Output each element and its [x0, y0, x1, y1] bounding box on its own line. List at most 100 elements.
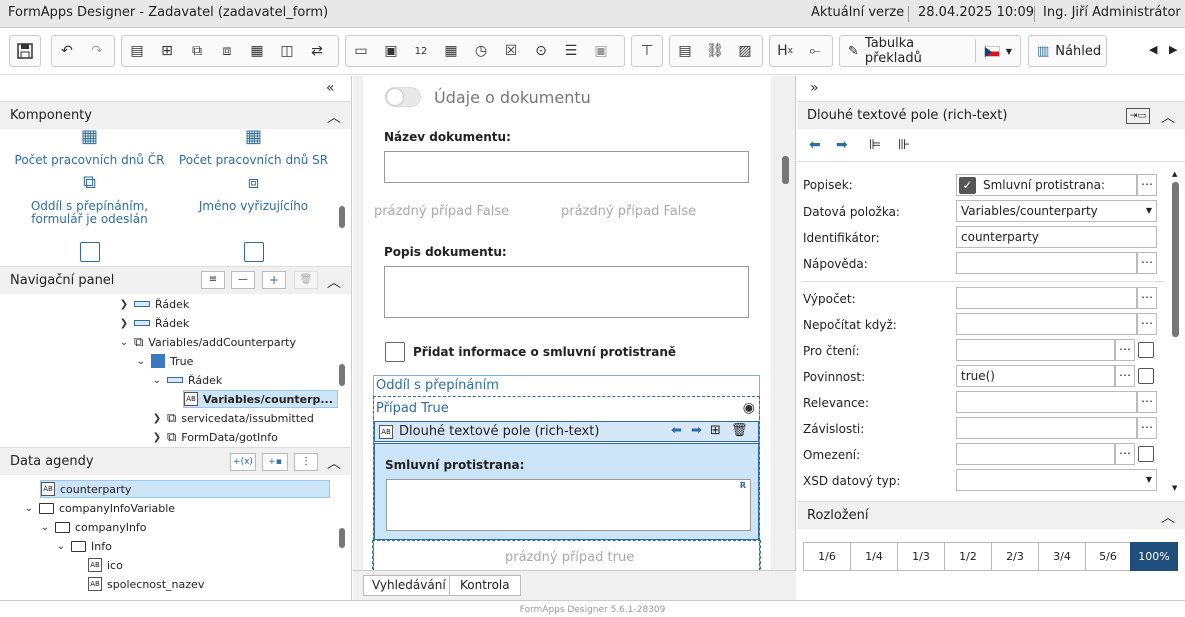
version-label[interactable]: Aktuální verze	[811, 5, 904, 20]
doc-name-input[interactable]	[384, 151, 749, 183]
more-icon[interactable]: ⋯	[1115, 365, 1135, 387]
case-empty-container[interactable]: prázdný případ true	[372, 540, 761, 570]
selected-field-preview[interactable]: Smluvní protistrana: R	[374, 443, 759, 540]
doc-desc-input[interactable]	[384, 266, 749, 318]
add-variable-icon[interactable]: +(x)	[230, 453, 256, 471]
no-calc-input[interactable]	[956, 313, 1137, 335]
readonly-checkbox[interactable]	[1138, 342, 1154, 358]
arrow-left-icon[interactable]: ⬅	[809, 137, 821, 153]
submit-section-icon[interactable]: ⧈	[212, 36, 242, 66]
ratio-button-selected[interactable]: 100%	[1130, 542, 1178, 571]
chevron-down-icon[interactable]: ⌄	[136, 356, 146, 367]
scroll-up-icon[interactable]: ▲	[1172, 170, 1177, 178]
text-field-icon[interactable]: ▭	[346, 36, 376, 66]
preview-button[interactable]: ▥ Náhled	[1029, 36, 1109, 66]
switch-icon[interactable]: ⇄	[302, 36, 332, 66]
date-field-icon[interactable]: ▦	[436, 36, 466, 66]
tree-item[interactable]: ❯ ⧉ FormData/gotInfo	[152, 428, 278, 445]
arrow-right-icon[interactable]: ➡	[836, 137, 848, 153]
panel-icon[interactable]: ▤	[122, 36, 152, 66]
eye-icon[interactable]: ◉	[743, 400, 755, 416]
ratio-button[interactable]: 1/3	[897, 542, 945, 571]
more-icon[interactable]: ⋯	[1115, 339, 1135, 361]
time-field-icon[interactable]: ◷	[466, 36, 496, 66]
align-left-icon[interactable]: ⊫	[869, 137, 881, 153]
separator-icon[interactable]: ⟜	[800, 36, 830, 66]
chevron-down-icon[interactable]: ⌄	[56, 541, 66, 552]
rich-text-icon[interactable]: ▣	[376, 36, 406, 66]
component-item[interactable]: ▦ Počet pracovních dnů ČR	[12, 130, 167, 167]
ratio-button[interactable]: 1/4	[850, 542, 898, 571]
scrollbar[interactable]	[1172, 182, 1179, 337]
user-name[interactable]: Ing. Jiří Administrátor	[1043, 5, 1181, 20]
image-icon[interactable]: ▨	[730, 36, 760, 66]
add-field-icon[interactable]: ⊞	[710, 423, 721, 438]
chevron-down-icon[interactable]: ⌄	[40, 522, 50, 533]
collapse-data-icon[interactable]: ︿	[327, 453, 341, 473]
caption-checkbox[interactable]: ✓	[959, 177, 976, 194]
note-icon[interactable]: ▤	[670, 36, 700, 66]
chevron-right-icon[interactable]: ❯	[119, 318, 129, 329]
link-icon[interactable]: ⛓	[700, 36, 730, 66]
scrollbar[interactable]	[339, 528, 345, 548]
collapse-all-icon[interactable]: ≡	[201, 271, 225, 289]
tree-item[interactable]: ❯ ⧉ servicedata/issubmitted	[152, 409, 314, 427]
tree-item[interactable]: ⌄ companyInfoVariable	[24, 499, 175, 517]
tab-validation[interactable]: Kontrola	[449, 575, 521, 596]
move-right-icon[interactable]: ➡	[691, 423, 702, 438]
more-icon[interactable]: ⋯	[1115, 443, 1135, 465]
scroll-down-icon[interactable]: ▼	[1172, 484, 1177, 492]
tree-item[interactable]: ❯ Řádek	[119, 314, 189, 332]
collapse-nav-icon[interactable]: ︿	[327, 272, 341, 292]
ratio-button[interactable]: 5/6	[1085, 542, 1131, 571]
number-field-icon[interactable]: 12	[406, 36, 436, 66]
more-icon[interactable]: ⋯	[1137, 391, 1157, 413]
chevron-right-icon[interactable]: ❯	[152, 432, 162, 443]
component-item[interactable]: ▦ Počet pracovních dnů SR	[176, 130, 331, 167]
more-icon[interactable]: ⋯	[1137, 252, 1157, 274]
chevron-down-icon[interactable]: ⌄	[119, 337, 129, 348]
redo-icon[interactable]: ↷	[82, 36, 112, 66]
tree-item[interactable]: ⌄ ⧉ Variables/addCounterparty	[119, 333, 296, 351]
chevron-right-icon[interactable]: ❯	[119, 299, 129, 310]
constraint-checkbox[interactable]	[1138, 446, 1154, 462]
list-field-icon[interactable]: ☰	[556, 36, 586, 66]
more-icon[interactable]: ⋯	[1137, 417, 1157, 439]
readonly-field-icon[interactable]: ▣	[586, 36, 616, 66]
ratio-button[interactable]: 1/6	[803, 542, 851, 571]
collapse-properties-icon[interactable]: ︿	[1161, 107, 1175, 127]
tree-item[interactable]: ⌄ Info	[56, 537, 112, 555]
tab-search[interactable]: Vyhledávání	[363, 575, 455, 596]
tree-item-selected[interactable]: AB counterparty	[40, 480, 330, 498]
tree-item[interactable]: ⌄ True	[136, 352, 193, 370]
stamp-icon[interactable]: ⊤	[632, 36, 662, 66]
trash-icon[interactable]: 🗑	[731, 423, 748, 438]
required-checkbox[interactable]	[1138, 368, 1154, 384]
more-icon[interactable]: ⋯	[1137, 287, 1157, 309]
calculation-input[interactable]	[956, 287, 1137, 309]
data-item-select[interactable]: Variables/counterparty ▼	[956, 200, 1157, 222]
more-icon[interactable]: ⋮	[294, 453, 318, 471]
ratio-button[interactable]: 1/2	[944, 542, 992, 571]
component-icon[interactable]	[80, 242, 100, 262]
translations-button[interactable]: ✎ Tabulka překladů	[840, 36, 975, 66]
caption-input[interactable]: Smluvní protistrana:	[956, 174, 1137, 196]
ratio-button[interactable]: 3/4	[1038, 542, 1086, 571]
component-item[interactable]: ⧈ Jméno vyřizujícího	[176, 172, 331, 213]
chevron-down-icon[interactable]: ⌄	[24, 503, 34, 514]
chevron-right-icon[interactable]: ❯	[152, 413, 162, 424]
chevron-down-icon[interactable]: ⌄	[152, 375, 162, 386]
heading-icon[interactable]: Hx	[770, 36, 800, 66]
constraint-input[interactable]	[956, 443, 1115, 465]
section-toggle[interactable]	[385, 87, 421, 107]
move-left-icon[interactable]: ⬅	[671, 423, 682, 438]
add-icon[interactable]: +	[262, 271, 286, 289]
collapse-left-icon[interactable]: «	[326, 80, 335, 96]
tree-item[interactable]: AB spolecnost_nazev	[88, 575, 204, 593]
save-icon[interactable]	[10, 36, 40, 66]
dependencies-input[interactable]	[956, 417, 1137, 439]
xsd-type-select[interactable]: ▼	[956, 469, 1157, 491]
undo-icon[interactable]: ↶	[52, 36, 82, 66]
identifier-input[interactable]: counterparty	[956, 226, 1157, 248]
tree-item[interactable]: ⌄ Řádek	[152, 371, 222, 389]
